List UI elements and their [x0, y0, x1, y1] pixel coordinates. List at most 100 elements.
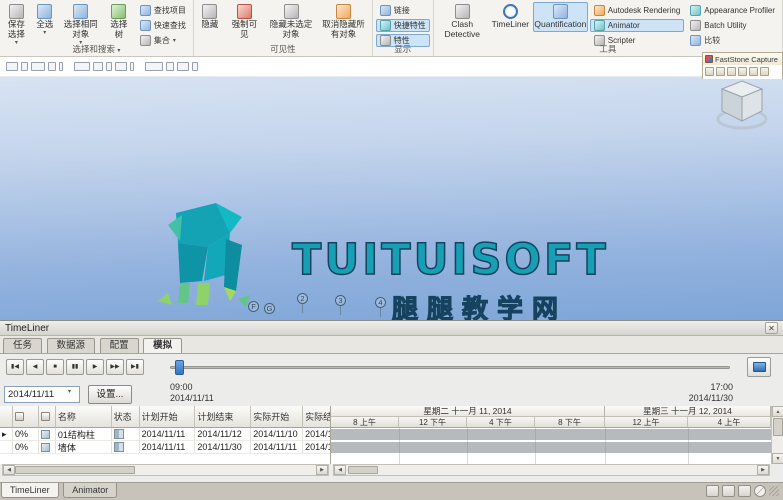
edit-icon[interactable]	[706, 485, 719, 497]
pause-button[interactable]: ▮▮	[66, 359, 84, 375]
faststone-settings-icon[interactable]	[760, 67, 769, 76]
timeliner-titlebar[interactable]: TimeLiner ✕	[0, 321, 783, 336]
unhide-all-button[interactable]: 取消隐藏所有对象	[318, 2, 368, 42]
row-expander[interactable]: ▸	[0, 428, 13, 441]
tab-simulate[interactable]: 模拟	[143, 338, 182, 353]
row-expander[interactable]	[0, 441, 13, 454]
clash-detective-button[interactable]: Clash Detective	[437, 2, 488, 42]
windows-icon[interactable]	[722, 485, 735, 497]
scroll-left-button[interactable]: ◀	[3, 465, 15, 475]
capture-fullscreen-icon[interactable]	[738, 67, 747, 76]
scroll-left-button[interactable]: ◀	[334, 465, 346, 475]
planned-start-column-header[interactable]: 计划开始	[140, 406, 196, 428]
gantt-vertical-scrollbar[interactable]: ▲ ▼	[771, 406, 783, 464]
find-items-button[interactable]: 查找项目	[136, 4, 190, 17]
scroll-down-button[interactable]: ▼	[772, 453, 783, 464]
faststone-capture-window[interactable]: FastStone Capture	[702, 52, 783, 79]
hide-label: 隐藏	[201, 20, 218, 30]
scroll-thumb[interactable]	[348, 466, 378, 474]
resize-grip[interactable]	[769, 486, 779, 496]
end-button[interactable]: ▶▮	[126, 359, 144, 375]
animator-button[interactable]: Animator	[590, 19, 685, 32]
select-all-button[interactable]: 全选 ▾	[32, 2, 58, 38]
export-animation-button[interactable]	[747, 357, 771, 377]
play-button[interactable]: ▶	[86, 359, 104, 375]
gantt-horizontal-scrollbar[interactable]: ◀ ▶	[333, 464, 770, 476]
toolbar-button[interactable]	[93, 62, 103, 71]
grid-icon[interactable]	[738, 485, 751, 497]
toolbar-button[interactable]	[21, 62, 28, 71]
save-selection-button[interactable]: 保存选择 ▾	[3, 2, 30, 48]
capture-freehand-icon[interactable]	[727, 67, 736, 76]
actual-start-column-header[interactable]: 实际开始	[251, 406, 303, 428]
faststone-titlebar[interactable]: FastStone Capture	[703, 53, 782, 65]
attachment-column-header[interactable]	[39, 406, 56, 428]
name-column-header[interactable]: 名称	[56, 406, 112, 428]
toolbar-button[interactable]	[115, 62, 127, 71]
stop-button[interactable]: ■	[46, 359, 64, 375]
require-button[interactable]: 强制可见	[225, 2, 264, 42]
capture-region-icon[interactable]	[716, 67, 725, 76]
scroll-thumb[interactable]	[773, 418, 783, 436]
tab-configure[interactable]: 配置	[100, 338, 139, 353]
toolbar-button[interactable]	[145, 62, 163, 71]
capture-scrolling-icon[interactable]	[749, 67, 758, 76]
toolbar-button[interactable]	[31, 62, 45, 71]
autodesk-rendering-button[interactable]: Autodesk Rendering	[590, 4, 685, 17]
table-row[interactable]: 0% 墙体 2014/11/11 2014/11/30 2014/11/11 2…	[0, 441, 330, 454]
rewind-button[interactable]: ▮◀	[6, 359, 24, 375]
toolbar-button[interactable]	[177, 62, 189, 71]
status-column-header[interactable]: 状态	[112, 406, 140, 428]
toolbar-button[interactable]	[48, 62, 56, 71]
simulation-slider-thumb[interactable]	[175, 360, 184, 375]
capture-window-icon[interactable]	[705, 67, 714, 76]
expander-column-header[interactable]	[0, 406, 13, 428]
toolbar-button[interactable]	[74, 62, 90, 71]
planned-end-column-header[interactable]: 计划结束	[195, 406, 251, 428]
fast-forward-button[interactable]: ▶▶	[106, 359, 124, 375]
gantt-chart[interactable]: 星期二 十一月 11, 2014 星期三 十一月 12, 2014 8 上午 1…	[331, 406, 771, 464]
tab-tasks[interactable]: 任务	[3, 338, 42, 353]
toolbar-button[interactable]	[166, 62, 174, 71]
toolbar-button[interactable]	[192, 62, 198, 71]
scroll-right-button[interactable]: ▶	[757, 465, 769, 475]
actual-end-column-header[interactable]: 实际结...	[303, 406, 330, 428]
selection-tree-button[interactable]: 选择树	[104, 2, 134, 42]
batch-utility-button[interactable]: Batch Utility	[686, 19, 779, 32]
scroll-up-button[interactable]: ▲	[772, 406, 783, 417]
timeliner-button[interactable]: TimeLiner	[490, 2, 531, 32]
hide-button[interactable]: 隐藏	[197, 2, 223, 32]
table-horizontal-scrollbar[interactable]: ◀ ▶	[2, 464, 329, 476]
links-button[interactable]: 链接	[376, 4, 430, 17]
quick-properties-button[interactable]: 快捷特性	[376, 19, 430, 32]
quantification-button[interactable]: Quantification	[533, 2, 588, 32]
chevron-down-icon[interactable]: ▾	[68, 388, 71, 395]
group-label-select-search[interactable]: 选择和搜索 ▾	[0, 43, 193, 55]
gantt-time-slot: 8 上午	[331, 417, 399, 428]
gantt-gridline	[605, 428, 606, 464]
progress-column-header[interactable]	[13, 406, 39, 428]
dock-tab-timeliner[interactable]: TimeLiner	[1, 483, 59, 498]
toolbar-button[interactable]	[6, 62, 18, 71]
toolbar-button[interactable]	[130, 62, 134, 71]
reverse-play-button[interactable]: ◀	[26, 359, 44, 375]
select-same-button[interactable]: 选择相同对象 ▾	[60, 2, 102, 48]
close-icon[interactable]: ✕	[765, 322, 778, 334]
viewport-3d[interactable]: TUITUISOFT 腿腿教学网 F G 2 3 4	[0, 57, 783, 320]
quick-find-button[interactable]: 快速查找	[136, 19, 190, 32]
simulation-slider-track[interactable]	[170, 366, 730, 369]
appearance-profiler-button[interactable]: Appearance Profiler	[686, 4, 779, 17]
dock-tab-animator[interactable]: Animator	[63, 483, 117, 498]
scroll-thumb[interactable]	[15, 466, 135, 474]
toolbar-button[interactable]	[106, 62, 112, 71]
view-cube[interactable]	[715, 77, 769, 137]
chevron-down-icon: ▾	[117, 48, 120, 54]
scroll-right-button[interactable]: ▶	[316, 465, 328, 475]
hide-unselected-button[interactable]: 隐藏未选定对象	[266, 2, 316, 42]
gantt-task-bar[interactable]	[331, 429, 771, 440]
table-row[interactable]: ▸ 0% 01结构柱 2014/11/11 2014/11/12 2014/11…	[0, 428, 330, 441]
tab-data-sources[interactable]: 数据源	[47, 338, 96, 353]
settings-button[interactable]: 设置...	[88, 385, 132, 404]
toolbar-button[interactable]	[59, 62, 63, 71]
gantt-task-bar[interactable]	[331, 442, 771, 453]
